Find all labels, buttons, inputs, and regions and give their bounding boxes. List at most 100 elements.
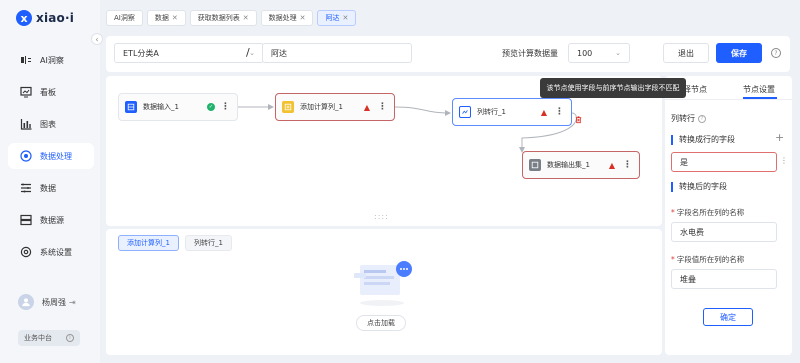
sidebar-item-dashboard[interactable]: 看板	[8, 79, 94, 105]
preview-tab-calc[interactable]: 添加计算列_1	[118, 235, 179, 251]
close-icon[interactable]: ✕	[172, 14, 178, 22]
sidebar-item-label: 系统设置	[40, 247, 72, 257]
etl-name-value: 阿达	[271, 48, 287, 58]
required-mark: *	[671, 208, 675, 217]
node-label: 添加计算列_1	[300, 103, 343, 111]
tab-label: 数据处理	[268, 14, 297, 22]
name-column-label-text: 字段名所在列的名称	[676, 208, 745, 217]
logo-mark: x	[16, 10, 32, 26]
value-column-value: 堆叠	[680, 274, 696, 284]
user-profile[interactable]: 杨周强 ⇥	[18, 294, 76, 310]
ai-icon	[20, 54, 32, 66]
add-icon[interactable]: +	[775, 131, 784, 144]
section-source-fields: 转换成行的字段	[671, 135, 735, 145]
source-field-value: 是	[680, 157, 688, 167]
chevron-down-icon: ⌄	[249, 49, 255, 57]
warning-icon: ▲	[540, 107, 547, 117]
etl-toolbar: ETL分类A ⌄ / 阿达 预览计算数据量 100 ⌄ 退出 保存 ?	[106, 36, 790, 72]
help-icon[interactable]: ?	[698, 114, 706, 123]
category-select[interactable]: ETL分类A ⌄	[114, 43, 264, 63]
more-icon[interactable]: ⋮	[221, 102, 230, 112]
tab-label: 阿达	[325, 14, 340, 22]
node-pivot[interactable]: 列转行_1 ▲ ⋮	[452, 98, 572, 126]
value-column-label-text: 字段值所在列的名称	[676, 255, 745, 264]
page-tabs: AI洞察 数据 ✕ 获取数据列表 ✕ 数据处理 ✕ 阿达 ✕	[106, 10, 360, 26]
required-mark: *	[671, 255, 675, 264]
close-icon[interactable]: ✕	[243, 14, 249, 22]
tab-data[interactable]: 数据 ✕	[146, 10, 186, 26]
sidebar-item-settings[interactable]: 系统设置	[8, 239, 94, 265]
success-icon: ✓	[207, 103, 215, 111]
sidebar-item-label: 数据源	[40, 215, 64, 225]
business-switcher[interactable]: 业务中台 i	[18, 330, 80, 346]
resize-handle[interactable]: ::::	[374, 212, 389, 221]
logo[interactable]: x xiao·i	[16, 10, 74, 26]
tab-node-settings[interactable]: 节点设置	[743, 84, 775, 95]
sidebar-item-data[interactable]: 数据	[8, 175, 94, 201]
panel-title: 列转行 ?	[671, 113, 706, 124]
value-column-label: * 字段值所在列的名称	[671, 254, 744, 265]
sidebar-item-label: 数据	[40, 183, 56, 193]
avatar	[18, 294, 34, 310]
node-label: 列转行_1	[477, 108, 506, 116]
sidebar-item-datasource[interactable]: 数据源	[8, 207, 94, 233]
output-icon	[529, 159, 541, 171]
data-preview-panel: 添加计算列_1 列转行_1 点击加载	[106, 229, 662, 355]
name-column-value: 水电费	[680, 227, 704, 237]
flow-canvas[interactable]: 数据输入_1 ✓ ⋮ 添加计算列_1 ▲ ⋮ 列转行_1 ▲ ⋮ 数据输出集_1…	[106, 76, 662, 226]
pivot-icon	[459, 106, 471, 118]
node-add-calc-column[interactable]: 添加计算列_1 ▲ ⋮	[275, 93, 395, 121]
name-column-label: * 字段名所在列的名称	[671, 207, 744, 218]
edge-calc-pivot	[394, 106, 451, 116]
sidebar-nav: AI洞察 看板 图表 数据处理 数据 数据源 系统设置	[8, 47, 94, 271]
chevron-down-icon: ⌄	[615, 49, 621, 57]
sidebar-item-chart[interactable]: 图表	[8, 111, 94, 137]
preview-count-select[interactable]: 100 ⌄	[568, 43, 630, 63]
delete-icon[interactable]	[574, 115, 583, 127]
more-icon[interactable]: ⋮	[623, 160, 632, 170]
node-data-input[interactable]: 数据输入_1 ✓ ⋮	[118, 93, 238, 121]
preview-tab-pivot[interactable]: 列转行_1	[184, 235, 232, 251]
node-settings-panel: 选择节点 节点设置 列转行 ? 转换成行的字段 + 是 ⋮ 转换后的字段 * 字段…	[665, 76, 792, 355]
calc-column-icon	[282, 101, 294, 113]
sidebar-item-data-process[interactable]: 数据处理	[8, 143, 94, 169]
etl-name-input[interactable]: 阿达	[262, 43, 412, 63]
node-label: 数据输出集_1	[547, 161, 590, 169]
data-process-icon	[20, 150, 32, 162]
datasource-icon	[20, 214, 32, 226]
node-label: 数据输入_1	[143, 103, 179, 111]
preview-count-label: 预览计算数据量	[502, 49, 558, 58]
tab-label: 数据	[154, 14, 169, 22]
confirm-button[interactable]: 确定	[703, 308, 753, 326]
sidebar-item-label: 数据处理	[40, 151, 72, 161]
name-column-input[interactable]: 水电费	[671, 222, 777, 242]
load-preview-button[interactable]: 点击加载	[356, 315, 406, 331]
sidebar: x xiao·i AI洞察 看板 图表 数据处理 数据 数据源 系统设置 杨周强…	[0, 0, 100, 363]
sidebar-collapse-button[interactable]: ‹	[91, 33, 103, 45]
sidebar-item-label: 看板	[40, 87, 56, 97]
node-data-output[interactable]: 数据输出集_1 ▲ ⋮	[522, 151, 640, 179]
more-icon[interactable]: ⋮	[378, 102, 387, 112]
chart-icon	[20, 118, 32, 130]
more-icon[interactable]: ⋮	[780, 156, 788, 165]
exit-button[interactable]: 退出	[663, 43, 709, 63]
tab-ai-insight[interactable]: AI洞察	[106, 10, 143, 26]
value-column-input[interactable]: 堆叠	[671, 269, 777, 289]
save-button[interactable]: 保存	[716, 43, 762, 63]
sidebar-item-ai-insight[interactable]: AI洞察	[8, 47, 94, 73]
data-icon	[20, 182, 32, 194]
empty-illustration	[350, 259, 414, 311]
more-icon[interactable]: ⋮	[555, 107, 564, 117]
source-field-select[interactable]: 是	[671, 152, 777, 172]
tab-ada[interactable]: 阿达 ✕	[317, 10, 357, 26]
logout-icon[interactable]: ⇥	[69, 298, 76, 307]
settings-icon	[20, 246, 32, 258]
tab-data-list[interactable]: 获取数据列表 ✕	[189, 10, 257, 26]
close-icon[interactable]: ✕	[300, 14, 306, 22]
tab-data-process[interactable]: 数据处理 ✕	[260, 10, 314, 26]
help-icon[interactable]: ?	[771, 48, 781, 58]
close-icon[interactable]: ✕	[342, 14, 348, 22]
divider	[665, 99, 792, 100]
panel-title-text: 列转行	[671, 114, 695, 123]
category-value: ETL分类A	[123, 48, 159, 58]
